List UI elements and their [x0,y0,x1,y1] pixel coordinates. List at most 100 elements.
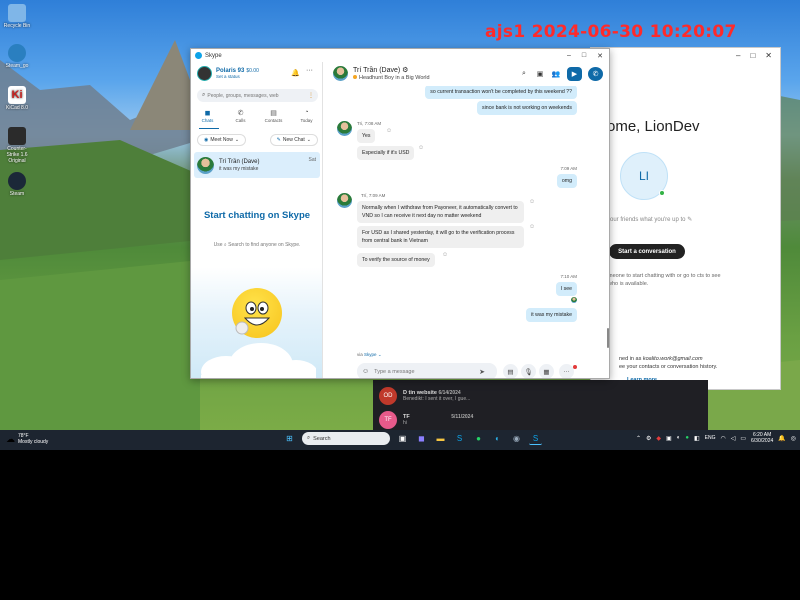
search-input[interactable] [207,92,298,99]
desktop-icon-kicad[interactable]: Ki KiCad 8.0 [2,86,32,111]
via-skype-link[interactable]: Skype [364,352,377,357]
add-people-icon[interactable]: 👥 [551,70,561,78]
recycle-bin-icon [8,4,26,22]
tray-app-icon[interactable]: ◧ [694,435,700,442]
gallery-icon[interactable]: ▣ [535,70,545,78]
whatsapp-icon[interactable]: ● [472,432,485,445]
message-bubble-incoming[interactable]: For USD as I shared yesterday, it will g… [357,226,524,248]
message-bubble-incoming[interactable]: Yes [357,129,376,143]
tray-app-icon[interactable]: ● [685,435,689,441]
message-bubble-outgoing[interactable]: since bank is not working on weekends [477,101,577,115]
maximize-button[interactable]: □ [750,51,755,60]
steam-go-icon [8,44,26,62]
skype-taskbar-icon[interactable]: S [453,432,466,445]
chat-icon: ◼ [204,110,211,117]
audio-call-button[interactable]: ✆ [588,67,603,81]
tab-chats[interactable]: ◼ Chats [193,109,223,123]
video-call-button[interactable]: ▶ [567,67,582,81]
close-button[interactable]: ✕ [765,51,772,60]
welcome-heading: ome, LionDev [607,118,700,135]
skype-active-icon[interactable]: S [529,432,542,445]
message-bubble-outgoing[interactable]: so current transaction won't be complete… [425,86,577,99]
more-options-icon[interactable]: ··· [559,364,574,378]
chat-app-icon[interactable]: ◼ [415,432,428,445]
meet-now-button[interactable]: ◉ Meet Now ⌄ [197,134,247,146]
chevron-up-icon[interactable]: ⌃ [636,435,641,442]
message-bubble-incoming[interactable]: To verify the source of money [357,253,435,267]
pencil-icon: ✎ [687,217,693,223]
search-icon[interactable]: ⌕ [519,70,529,78]
weather-widget[interactable]: ☁ 78°F Mostly cloudy [6,433,48,445]
task-view-icon[interactable]: ▣ [396,432,409,445]
desktop-icon-steam[interactable]: Steam [2,172,32,197]
desktop-icon-recycle-bin[interactable]: Recycle Bin [2,4,32,29]
chat-list-item[interactable]: Trí Trần (Dave) it was my mistake Sat [194,152,320,178]
tray-app-icon[interactable]: ◆ [656,435,661,442]
reaction-icon[interactable]: ☺ [418,145,424,151]
message-composer[interactable]: ☺ ➤ [357,363,497,378]
desktop-icon-steam-go[interactable]: Steam_go [2,44,32,69]
emoji-icon[interactable]: ☺ [362,368,369,375]
media-icon[interactable]: ▦ [539,364,554,378]
conversation-header[interactable]: Trí Trần (Dave) ⚙ Headhunt Boy in a Big … [333,66,430,81]
maximize-button[interactable]: □ [582,52,586,60]
file-icon[interactable]: ▤ [503,364,518,378]
battery-icon[interactable]: ▭ [740,435,746,442]
list-item[interactable]: OD D tin website 6/14/2024 Benedikt: I s… [379,387,470,405]
minimize-button[interactable]: – [567,52,571,60]
tray-app-icon[interactable]: ▣ [666,435,672,442]
message-bubble-incoming[interactable]: Especially if it's USD [357,146,415,160]
file-explorer-icon[interactable]: ▬ [434,432,447,445]
new-chat-button[interactable]: ✎ New Chat ⌄ [269,134,318,146]
dialpad-icon[interactable]: ⋮ [308,92,314,99]
volume-icon[interactable]: ◁ [731,435,736,442]
contact-mood: Headhunt Boy in a Big World [359,75,430,81]
profile-header[interactable]: Polaris 93 $0.00 Set a status [197,66,259,81]
send-icon[interactable]: ➤ [479,368,485,376]
video-icon: ◉ [204,137,209,143]
reaction-icon[interactable]: ☺ [386,128,392,134]
avatar [197,66,212,81]
scrollbar[interactable] [607,328,609,348]
edge-icon[interactable]: ◐ [491,432,504,445]
tab-today[interactable]: ◔ Today [292,109,322,123]
chevron-down-icon: ⌄ [234,137,240,143]
close-button[interactable]: ✕ [597,52,603,60]
message-bubble-outgoing[interactable]: it was my mistake [526,308,577,322]
notification-bell-icon[interactable]: 🔔 [778,435,785,442]
microphone-icon[interactable]: 🎙 [521,364,536,378]
start-conversation-button[interactable]: Start a conversation [609,244,685,259]
chat-day: Sat [308,157,316,163]
mood-message-field[interactable]: your friends what you're up to ✎ [607,216,692,223]
reaction-icon[interactable]: ☺ [529,199,535,205]
tray-app-icon[interactable]: ⚙ [646,435,651,442]
more-options-icon[interactable]: ··· [306,67,313,74]
title-bar[interactable]: Skype – □ ✕ [191,49,609,62]
steam-taskbar-icon[interactable]: ◉ [510,432,523,445]
online-status-dot [659,190,665,196]
message-bubble-outgoing[interactable]: I see [555,282,577,296]
wifi-icon[interactable]: ◠ [720,435,725,442]
message-input[interactable] [374,368,475,375]
clock[interactable]: 6:20 AM 6/30/2024 [751,432,773,444]
search-bar[interactable]: ⌕ ⋮ [197,89,318,102]
tray-app-icon[interactable]: ◐ [677,435,681,441]
taskbar-search[interactable]: ⌕ Search [302,432,390,445]
reaction-icon[interactable]: ☺ [442,252,448,258]
windows-start-icon[interactable]: ⊞ [283,432,296,445]
list-item[interactable]: TF TF 5/11/2024 hi [379,411,473,429]
set-status-link[interactable]: Set a status [216,74,259,79]
reaction-icon[interactable]: ☺ [529,224,535,230]
profile-avatar[interactable]: LI [620,152,668,200]
tab-calls[interactable]: ✆ Calls [226,109,256,123]
tab-contacts[interactable]: ▤ Contacts [259,109,289,123]
copilot-icon[interactable]: ◎ [791,435,796,442]
message-meta: 7:10 AM [560,274,577,279]
nav-tabs: ◼ Chats ✆ Calls ▤ Contacts ◔ Today [191,109,322,123]
minimize-button[interactable]: – [736,51,740,60]
message-bubble-incoming[interactable]: Normally when I withdraw from Payoneer, … [357,201,524,223]
message-bubble-outgoing[interactable]: omg [556,174,577,188]
desktop-icon-counter-strike[interactable]: Counter-Strike 1.6 Original [2,127,32,164]
language-indicator[interactable]: ENG [705,435,716,441]
bell-icon[interactable]: 🔔 [291,69,300,77]
